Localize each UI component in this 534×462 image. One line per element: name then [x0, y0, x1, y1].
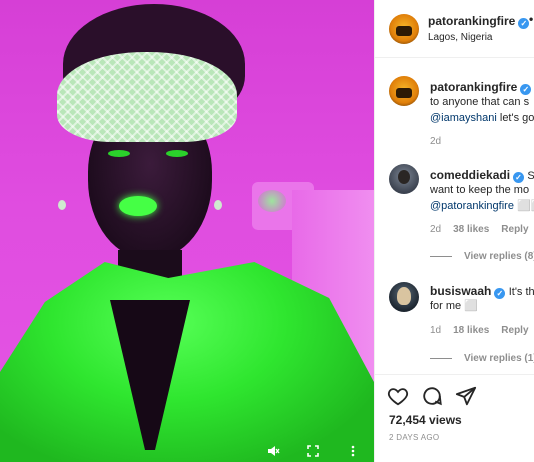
author-avatar[interactable]: [389, 14, 419, 44]
comment-text-line: for me ⬜: [430, 300, 478, 312]
wall-light: [258, 190, 286, 212]
earring-right: [214, 200, 222, 210]
reply-button[interactable]: Reply: [501, 325, 528, 336]
video-controls: [0, 440, 374, 460]
comment-text-line: to anyone that can s: [430, 96, 530, 108]
comment-avatar[interactable]: [389, 76, 419, 106]
post-actions: 72,454 views 2 DAYS AGO: [375, 374, 534, 462]
comment-meta: 1d 18 likes Reply: [430, 325, 529, 336]
comment-username-text[interactable]: busiswaah: [430, 284, 491, 298]
view-count[interactable]: 72,454 views: [389, 413, 462, 427]
comment-avatar[interactable]: [389, 282, 419, 312]
comment-text-line: want to keep the mo: [430, 184, 530, 196]
comment-likes[interactable]: 18 likes: [453, 325, 489, 336]
comment-text-start: So: [527, 170, 534, 182]
comment-username-text[interactable]: patorankingfire: [430, 80, 517, 94]
post-date: 2 DAYS AGO: [389, 433, 440, 442]
author-username[interactable]: patorankingfire ✓: [428, 14, 530, 29]
replies-divider: [430, 255, 452, 257]
verified-badge-icon: ✓: [494, 288, 506, 299]
post-header: patorankingfire ✓ • Lagos, Nigeria: [375, 0, 534, 58]
comment-meta: 2d 38 likes Reply: [430, 224, 529, 235]
comment-username-text[interactable]: comeddiekadi: [430, 168, 510, 182]
comment-text-rest: let's go: [496, 112, 534, 124]
post-location[interactable]: Lagos, Nigeria: [428, 32, 492, 43]
share-icon[interactable]: [455, 385, 477, 407]
post-video[interactable]: [0, 0, 374, 462]
view-replies-button[interactable]: View replies (1): [430, 353, 534, 364]
comment-username[interactable]: comeddiekadi✓ So: [430, 168, 534, 183]
comment-text-rest: ⬜⬜: [516, 200, 534, 212]
glowing-lips: [119, 196, 157, 216]
comment-icon[interactable]: [421, 385, 443, 407]
verified-badge-icon: ✓: [518, 18, 530, 29]
comment-username[interactable]: patorankingfire✓ G: [430, 80, 534, 95]
header-separator: •: [529, 12, 534, 26]
fullscreen-icon[interactable]: [306, 444, 320, 458]
post-sidebar: patorankingfire ✓ • Lagos, Nigeria patora…: [374, 0, 534, 462]
comment-username[interactable]: busiswaah✓ It's the: [430, 284, 534, 299]
author-username-text[interactable]: patorankingfire: [428, 14, 515, 28]
comment-time: 2d: [430, 136, 442, 147]
mention-link[interactable]: @patorankingfire: [430, 200, 514, 212]
mesh-headband: [57, 52, 237, 142]
comment-likes[interactable]: 38 likes: [453, 224, 489, 235]
mention-link[interactable]: @iamayshani: [430, 112, 497, 124]
comment-time: 1d: [430, 325, 442, 336]
comment-time: 2d: [430, 224, 442, 235]
replies-divider: [430, 357, 452, 359]
muted-speaker-icon[interactable]: [266, 444, 280, 458]
comment-text-start: It's the: [508, 286, 534, 298]
heart-icon[interactable]: [387, 385, 409, 407]
view-replies-label[interactable]: View replies (8): [464, 251, 534, 262]
view-replies-button[interactable]: View replies (8): [430, 251, 534, 262]
view-replies-label[interactable]: View replies (1): [464, 353, 534, 364]
more-vertical-icon[interactable]: [346, 444, 360, 458]
comment-text-line: @iamayshani let's go: [430, 110, 534, 126]
comment-text-line: @patorankingfire ⬜⬜: [430, 198, 534, 214]
comment-avatar[interactable]: [389, 164, 419, 194]
reply-button[interactable]: Reply: [501, 224, 528, 235]
earring-left: [58, 200, 66, 210]
person-eyes: [100, 146, 200, 160]
